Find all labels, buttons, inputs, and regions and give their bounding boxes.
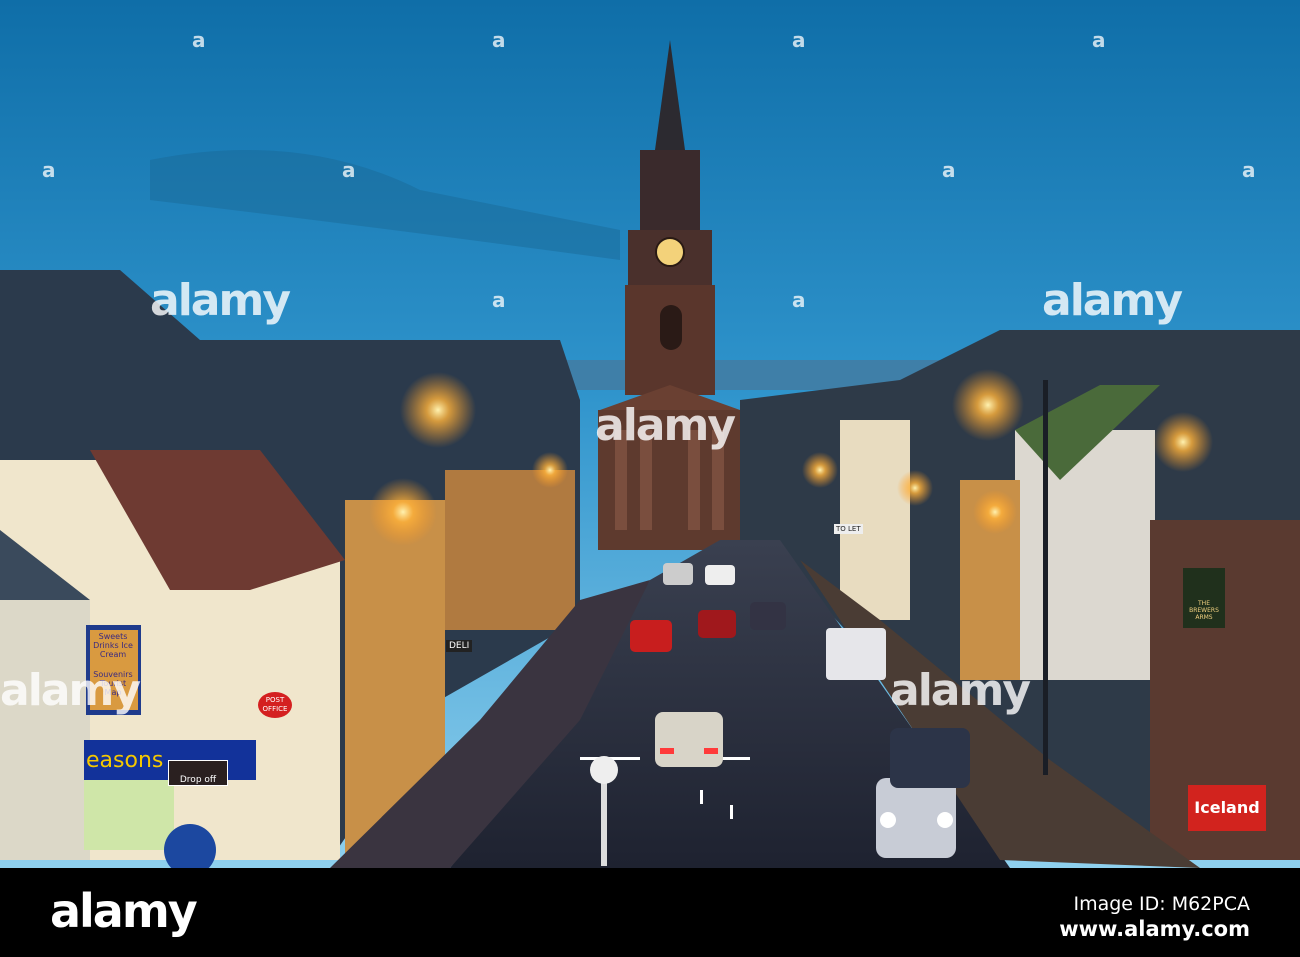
shop-window — [84, 780, 174, 850]
drop-off-sign: Drop off — [168, 760, 228, 786]
watermark-tile: a — [42, 158, 56, 182]
watermark-tile: a — [1092, 28, 1106, 52]
clock-face — [655, 237, 685, 267]
watermark-tile: a — [1242, 158, 1256, 182]
watermark-tile: a — [492, 28, 506, 52]
watermark: alamy — [150, 275, 291, 326]
watermark: alamy — [890, 665, 1031, 716]
image-id: Image ID: M62PCA — [1073, 893, 1250, 915]
watermark: alamy — [595, 400, 736, 451]
watermark-tile: a — [342, 158, 356, 182]
alamy-logo: alamy — [50, 884, 198, 938]
to-let-sign: TO LET — [834, 524, 863, 534]
watermark: alamy — [0, 665, 141, 716]
watermark-tile: a — [792, 288, 806, 312]
watermark: alamy — [1042, 275, 1183, 326]
watermark-tile: a — [192, 28, 206, 52]
deli-sign: DELI — [446, 640, 473, 652]
easons-shop-sign: easons — [86, 748, 164, 773]
post-office-sign: POST OFFICE — [258, 692, 292, 718]
watermark-tile: a — [942, 158, 956, 182]
watermark-tile: a — [492, 288, 506, 312]
photo-scene: Sweets Drinks Ice Cream Souvenirs Touris… — [0, 0, 1300, 957]
shop-panel-sweets: Sweets Drinks Ice Cream — [93, 632, 133, 659]
site-url: www.alamy.com — [1059, 917, 1250, 941]
pub-sign-text: THE BREWERS ARMS — [1189, 600, 1219, 621]
iceland-sign-text: Iceland — [1194, 798, 1260, 817]
watermark-tile: a — [792, 28, 806, 52]
